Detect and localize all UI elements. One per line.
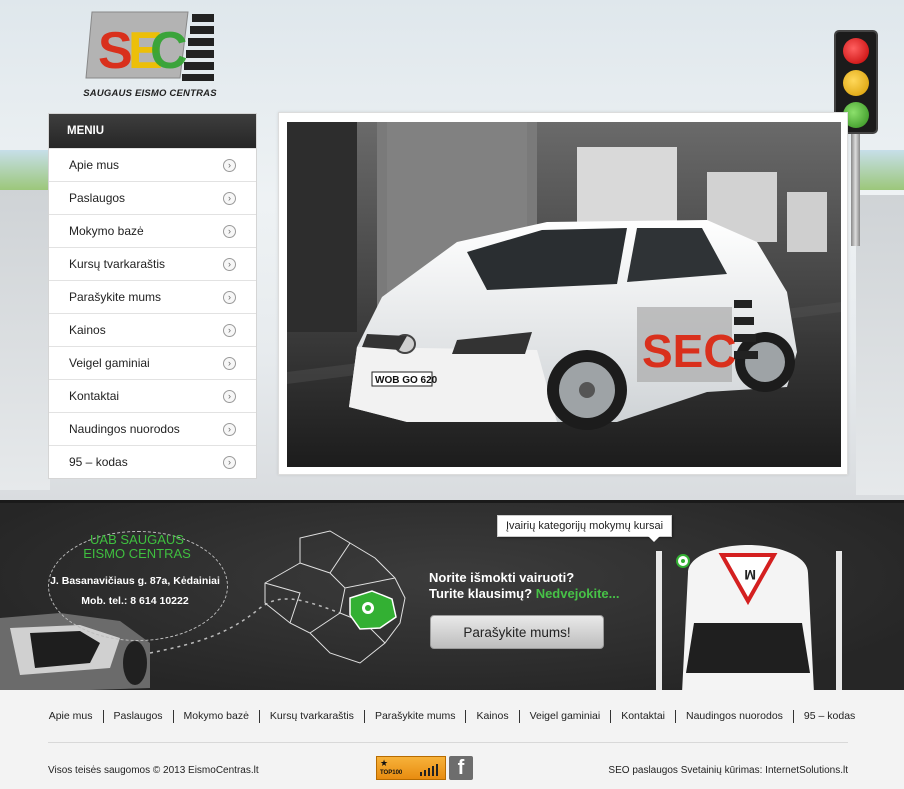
star-icon: ★: [380, 758, 389, 768]
bar-counter-icon: [420, 764, 438, 776]
footer-link-mokymo-baze[interactable]: Mokymo bazė: [174, 710, 259, 723]
sidebar-item-label: Kursų tvarkaraštis: [69, 257, 166, 271]
sidebar-item-label: Kainos: [69, 323, 106, 337]
svg-text:C: C: [150, 22, 188, 80]
chevron-right-icon: ›: [223, 224, 236, 238]
top100-badge[interactable]: ★ TOP100: [376, 756, 446, 780]
cta-question-prefix: Turite klausimų?: [429, 586, 533, 601]
sidebar-item-label: Mokymo bazė: [69, 224, 144, 238]
company-name-line2: EISMO CENTRAS: [83, 546, 191, 561]
sidebar-item-kontaktai[interactable]: Kontaktai ›: [49, 379, 256, 412]
footer-link-paslaugos[interactable]: Paslaugos: [104, 710, 173, 723]
sidebar-item-label: Veigel gaminiai: [69, 356, 150, 370]
sidebar-item-paslaugos[interactable]: Paslaugos ›: [49, 181, 256, 214]
chevron-right-icon: ›: [223, 191, 236, 205]
write-us-button[interactable]: Parašykite mums!: [430, 615, 604, 649]
parking-line-left: [656, 551, 662, 693]
hero-area: S E C SAUGAUS EISMO CENTRAS MENIU Apie m…: [0, 0, 904, 500]
chevron-right-icon: ›: [223, 422, 236, 436]
cta-question-highlight: Nedvejokite...: [535, 586, 620, 601]
car-photo: WOB GO 620 SEC: [287, 122, 841, 467]
sidebar-item-label: Paslaugos: [69, 191, 126, 205]
chevron-right-icon: ›: [223, 389, 236, 403]
sign-letter: M: [744, 567, 756, 583]
sidebar-item-naudingos-nuorodos[interactable]: Naudingos nuorodos ›: [49, 412, 256, 445]
top100-label: TOP100: [380, 770, 403, 776]
chevron-right-icon: ›: [223, 323, 236, 337]
footer-link-kursu-tvarkarastis[interactable]: Kursų tvarkaraštis: [260, 710, 364, 723]
sidebar-item-kainos[interactable]: Kainos ›: [49, 313, 256, 346]
footer-nav: Apie mus Paslaugos Mokymo bazė Kursų tva…: [0, 710, 904, 723]
road-right: [856, 195, 904, 495]
sidebar-item-apie-mus[interactable]: Apie mus ›: [49, 148, 256, 181]
logo-caption: SAUGAUS EISMO CENTRAS: [83, 88, 217, 99]
company-address: J. Basanavičiaus g. 87a, Kėdainiai: [50, 575, 220, 587]
sidebar-item-95-kodas[interactable]: 95 – kodas ›: [49, 445, 256, 478]
road-left: [0, 190, 50, 490]
footer-link-kontaktai[interactable]: Kontaktai: [611, 710, 675, 723]
door-logo: SEC: [642, 325, 737, 377]
menu-title: MENIU: [49, 114, 256, 148]
site-logo[interactable]: S E C SAUGAUS EISMO CENTRAS: [80, 10, 220, 100]
sidebar-item-parasykite-mums[interactable]: Parašykite mums ›: [49, 280, 256, 313]
sidebar-item-label: Apie mus: [69, 158, 120, 172]
footer-link-naudingos-nuorodos[interactable]: Naudingos nuorodos: [676, 710, 793, 723]
company-name-line1: UAB SAUGAUS: [90, 532, 184, 547]
sidebar-item-label: Kontaktai: [69, 389, 120, 403]
cta-question-line1: Norite išmokti vairuoti?: [429, 570, 575, 585]
footer-link-apie-mus[interactable]: Apie mus: [39, 710, 103, 723]
credits-text[interactable]: SEO paslaugos Svetainių kūrimas: Interne…: [608, 765, 848, 776]
landscape-left: [0, 150, 50, 190]
chevron-right-icon: ›: [223, 158, 236, 172]
hero-photo-frame: WOB GO 620 SEC: [278, 112, 848, 475]
footer-link-parasykite-mums[interactable]: Parašykite mums: [365, 710, 466, 723]
parking-line-right: [836, 551, 842, 693]
footer: Apie mus Paslaugos Mokymo bazė Kursų tva…: [0, 690, 904, 789]
yellow-lamp: [843, 70, 869, 96]
sidebar-item-label: 95 – kodas: [69, 455, 128, 469]
cta-question-line2: Turite klausimų? Nedvejokite...: [429, 586, 620, 602]
contact-band: M UAB SAUGAUS EISMO CENTRAS J. Basanavič…: [0, 500, 904, 693]
footer-link-veigel-gaminiai[interactable]: Veigel gaminiai: [520, 710, 611, 723]
footer-divider: [48, 742, 848, 743]
sidebar-item-kursu-tvarkarastis[interactable]: Kursų tvarkaraštis ›: [49, 247, 256, 280]
sidebar-menu: MENIU Apie mus › Paslaugos › Mokymo bazė…: [48, 113, 257, 479]
company-name: UAB SAUGAUS EISMO CENTRAS: [52, 533, 222, 561]
sidebar-item-veigel-gaminiai[interactable]: Veigel gaminiai ›: [49, 346, 256, 379]
footer-link-kainos[interactable]: Kainos: [466, 710, 518, 723]
chevron-right-icon: ›: [223, 290, 236, 304]
traffic-light-pole: [851, 134, 860, 246]
courses-bubble[interactable]: Įvairių kategorijų mokymų kursai: [497, 515, 673, 542]
license-plate: WOB GO 620: [375, 375, 438, 386]
chevron-right-icon: ›: [223, 257, 236, 271]
sec-logo-icon: S E C: [85, 11, 214, 81]
copyright-text: Visos teisės saugomos © 2013 EismoCentra…: [48, 765, 259, 776]
sidebar-item-label: Parašykite mums: [69, 290, 162, 304]
training-car-image: WOB GO 620 SEC: [287, 122, 841, 467]
landscape-right: [856, 150, 904, 190]
chevron-right-icon: ›: [223, 455, 236, 469]
footer-link-95-kodas[interactable]: 95 – kodas: [794, 710, 865, 723]
cta-question: Norite išmokti vairuoti? Turite klausimų…: [429, 570, 620, 602]
chevron-right-icon: ›: [223, 356, 236, 370]
red-lamp: [843, 38, 869, 64]
sidebar-item-label: Naudingos nuorodos: [69, 422, 180, 436]
facebook-icon[interactable]: f: [449, 756, 473, 780]
company-phone[interactable]: Mob. tel.: 8 614 10222: [40, 595, 230, 607]
sidebar-item-mokymo-baze[interactable]: Mokymo bazė ›: [49, 214, 256, 247]
